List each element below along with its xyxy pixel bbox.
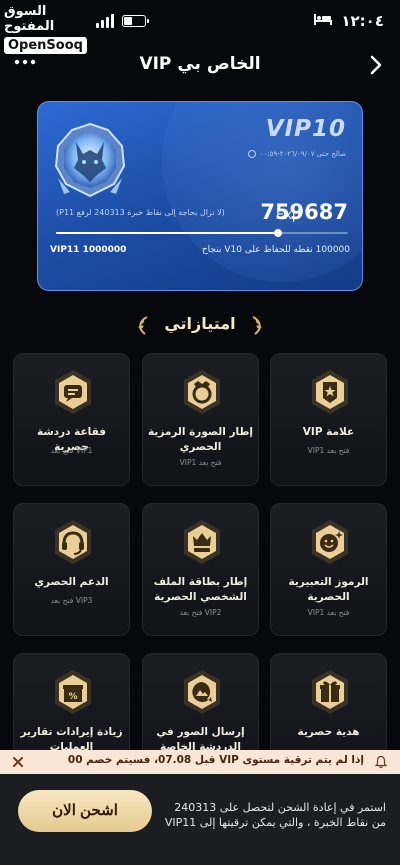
validity-text: صالح حتى ٢٠٢٦/٠٩/٠٧-٠٠:٥٩ [259,150,346,158]
emoji-icon [312,520,348,564]
privilege-name: هدية حصرية [297,726,360,738]
vip-status-card: VIP10 صالح حتى ٢٠٢٦/٠٩/٠٧-٠٠:٥٩ (لا تزال… [37,101,363,291]
privilege-avatar-frame[interactable]: إطار الصورة الرمزية الحصري فتح بعد VIP1 [142,353,259,486]
close-notice-button[interactable] [12,753,24,772]
chat-bubble-icon [55,370,91,414]
exp-progress-fill [56,232,278,234]
close-icon [13,757,23,767]
privilege-unlock: فتح بعد VIP1 [307,608,350,617]
laurel-left-icon [138,315,148,335]
bed-icon [314,14,332,25]
downgrade-notice-bar: إذا لم يتم ترقية مستوى VIP قبل 07.08، فس… [0,750,400,774]
photo-chat-icon [184,670,220,714]
wolf-crest-badge-icon [54,122,126,198]
header: VIP الخاص بي [0,44,400,88]
privilege-profile-card-frame[interactable]: إطار بطاقة الملف الشخصي الحصرية VIP2 فتح… [142,503,259,636]
privilege-vip-badge[interactable]: علامة VIP فتح بعد VIP1 [270,353,387,486]
privilege-name: الدعم الحصري [34,576,109,588]
recharge-panel: اشحن الان استمر في إعادة الشحن لتحصل على… [0,774,400,865]
card-footer: VIP11 1000000 100000 نقطه للحفاظ على V10… [50,245,350,261]
privilege-name: علامة VIP [302,426,355,438]
privilege-name: إطار بطاقة الملف الشخصي الحصرية [153,576,248,603]
privilege-unlock: VIP3 فتح بعد [50,596,93,605]
exp-progress-bar [56,229,348,237]
next-level-target: VIP11 1000000 [50,245,127,255]
page-title: VIP الخاص بي [139,54,261,74]
info-icon[interactable] [247,150,256,158]
privileges-title-text: امتيازاتي [164,314,236,333]
status-left-icons [96,14,149,28]
privilege-unlock: فتح بعد VIP1 [179,458,222,467]
privilege-chat-bubble[interactable]: فقاعة دردشة حصرية VIP1 فتح بعد [13,353,130,486]
status-time: ١٢:٠٤ [341,12,384,30]
vip-validity: صالح حتى ٢٠٢٦/٠٩/٠٧-٠٠:٥٩ [247,150,346,158]
vip-badge-icon [312,370,348,414]
bell-icon [374,755,388,769]
back-button[interactable] [366,54,386,76]
privilege-unlock: VIP2 فتح بعد [179,608,222,617]
privilege-unlock: VIP1 فتح بعد [50,446,93,455]
gift-icon [312,670,348,714]
exp-row: (لا تزال بحاجة إلى نقاط خبرة 240313 لرفع… [50,200,348,228]
recharge-now-button[interactable]: اشحن الان [18,790,152,832]
exp-value: 759687 [260,200,348,224]
status-icons [314,13,332,25]
maintain-level-text: 100000 نقطه للحفاظ على V10 بنجاح [201,245,350,255]
privileges-section-title: امتيازاتي [0,314,400,338]
notice-text: إذا لم يتم ترقية مستوى VIP قبل 07.08، فس… [67,754,364,766]
chevron-right-icon [370,55,382,75]
privilege-unlock: فتح بعد VIP1 [307,446,350,455]
headset-icon [55,520,91,564]
avatar-frame-icon [184,370,220,414]
vip-level-title: VIP10 [265,116,346,142]
laurel-right-icon [252,315,262,335]
svg-text:%: % [68,692,77,702]
signal-icon [96,14,114,28]
battery-icon [122,15,149,27]
profile-card-frame-icon [184,520,220,564]
recharge-hint-text: استمر في إعادة الشحن لتحصل على 240313 من… [164,801,386,829]
privilege-emoji[interactable]: الرموز التعبيرية الحصرية فتح بعد VIP1 [270,503,387,636]
exp-progress-marker [273,229,282,237]
exp-hint: (لا تزال بحاجة إلى نقاط خبرة 240313 لرفع… [56,208,225,217]
watermark-arabic: السوق المفتوح [4,4,55,34]
privilege-name: الرموز التعبيرية الحصرية [288,576,369,603]
privilege-name: إطار الصورة الرمزية الحصري [148,426,253,453]
privilege-support[interactable]: الدعم الحصري VIP3 فتح بعد [13,503,130,636]
revenue-gift-icon: % [55,670,91,714]
